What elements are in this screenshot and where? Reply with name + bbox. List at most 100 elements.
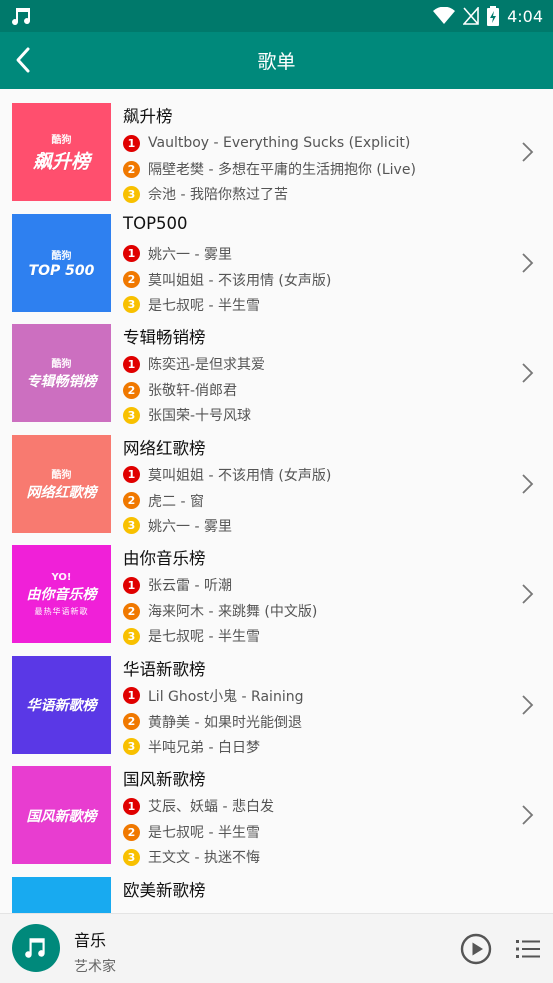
cover-brand: 酷狗 xyxy=(51,469,72,481)
chevron-right-icon[interactable] xyxy=(519,804,535,826)
cover-brand: 酷狗 xyxy=(51,250,72,262)
track-text: 虎二 - 窗 xyxy=(148,493,204,510)
track-text: 隔壁老樊 - 多想在平庸的生活拥抱你 (Live) xyxy=(148,162,416,178)
playlist-name: 飙升榜 xyxy=(123,107,173,126)
rank-badge: 1 xyxy=(123,245,140,262)
track-line: 1 莫叫姐姐 - 不该用情 (女声版) xyxy=(123,465,331,485)
playlist-cover[interactable]: 酷狗 网络红歌榜 xyxy=(12,434,111,533)
play-circle-icon[interactable] xyxy=(460,933,492,965)
playlist-menu-icon[interactable] xyxy=(516,939,540,959)
player-cover[interactable] xyxy=(12,924,60,972)
music-note-icon xyxy=(12,8,31,26)
track-line: 2 海来阿木 - 来跳舞 (中文版) xyxy=(123,601,317,621)
playlist-list[interactable]: 酷狗 飙升榜 飙升榜 1 Vaultboy - Everything Sucks (Ex… xyxy=(0,89,553,913)
playlist-cover[interactable]: 酷狗 飙升榜 xyxy=(12,103,111,201)
track-line: 1 Vaultboy - Everything Sucks (Explicit) xyxy=(123,133,410,153)
playlist-cover[interactable]: 华语新歌榜 xyxy=(12,655,111,754)
track-line: 1 姚六一 - 雾里 xyxy=(123,244,232,264)
chevron-right-icon[interactable] xyxy=(519,473,535,495)
rank-badge: 2 xyxy=(123,602,140,620)
playlist-name: 由你音乐榜 xyxy=(123,549,206,568)
cover-title: 网络红歌榜 xyxy=(26,484,97,501)
playlist-row[interactable]: 酷狗 TOP 500 TOP500 1 姚六一 - 雾里 2 莫叫姐姐 - 不该用情 (女声… xyxy=(0,200,553,314)
track-line: 2 莫叫姐姐 - 不该用情 (女声版) xyxy=(123,270,331,290)
playlist-cover[interactable]: YO! 由你音乐榜最热华语新歌 xyxy=(12,545,111,643)
cover-title: 专辑畅销榜 xyxy=(26,374,97,390)
playlist-cover[interactable]: 酷狗 专辑畅销榜 xyxy=(12,324,111,422)
rank-badge: 2 xyxy=(123,160,140,178)
playlist-row[interactable]: 酷狗 网络红歌榜 网络红歌榜 1 莫叫姐姐 - 不该用情 (女声版) 2 虎二 - 窗 3 姚六… xyxy=(0,421,553,535)
signal-off-icon xyxy=(463,7,479,25)
track-text: 黄静美 - 如果时光能倒退 xyxy=(148,714,302,731)
battery-charging-icon xyxy=(487,6,500,26)
track-text: 姚六一 - 雾里 xyxy=(148,246,232,263)
chevron-right-icon[interactable] xyxy=(519,583,535,605)
track-text: 海来阿木 - 来跳舞 (中文版) xyxy=(148,604,318,620)
cover-subtitle: 最热华语新歌 xyxy=(34,606,89,616)
system-icons: 4:04 xyxy=(433,4,543,28)
track-line: 1 艾辰、妖蝠 - 悲白发 xyxy=(123,796,274,816)
track-text: 是七叔呢 - 半生雪 xyxy=(148,825,260,841)
playlist-name: 国风新歌榜 xyxy=(123,770,206,789)
rank-badge: 2 xyxy=(123,492,140,509)
track-line: 2 黄静美 - 如果时光能倒退 xyxy=(123,712,302,732)
playlist-row[interactable]: 酷狗 专辑畅销榜 专辑畅销榜 1 陈奕迅-是但求其爱 2 张敬轩-俏郎君 3 张国荣-十号风球 xyxy=(0,310,553,424)
cover-title: 飙升榜 xyxy=(32,150,90,173)
rank-badge: 1 xyxy=(123,687,140,704)
chevron-right-icon[interactable] xyxy=(519,362,535,384)
cover-brand: YO! xyxy=(51,571,72,583)
track-line: 1 陈奕迅-是但求其爱 xyxy=(123,354,265,374)
cover-brand: 酷狗 xyxy=(51,359,72,370)
playlist-cover[interactable]: 酷狗 TOP 500 xyxy=(12,213,111,312)
cover-title: 国风新歌榜 xyxy=(26,808,97,825)
status-bar: 4:04 xyxy=(0,0,553,32)
playlist-cover[interactable]: 国风新歌榜 xyxy=(12,766,111,864)
track-line: 2 张敬轩-俏郎君 xyxy=(123,380,237,400)
track-line: 1 Lil Ghost小鬼 - Raining xyxy=(123,686,303,706)
player-artist: 艺术家 xyxy=(74,959,116,975)
rank-badge: 2 xyxy=(123,713,140,730)
playlist-name: 欧美新歌榜 xyxy=(123,880,206,900)
track-text: Vaultboy - Everything Sucks (Explicit) xyxy=(148,135,411,151)
cover-brand: 酷狗 xyxy=(51,134,72,146)
rank-badge: 1 xyxy=(123,134,140,152)
chevron-right-icon[interactable] xyxy=(519,141,535,163)
playlist-name: 华语新歌榜 xyxy=(123,659,206,679)
track-line: 2 是七叔呢 - 半生雪 xyxy=(123,822,260,842)
track-text: 张敬轩-俏郎君 xyxy=(148,383,238,399)
rank-badge: 2 xyxy=(123,381,140,399)
wifi-icon xyxy=(433,7,456,24)
app-bar: 歌单 xyxy=(0,32,553,89)
playlist-name: TOP500 xyxy=(123,213,188,233)
cover-title: TOP 500 xyxy=(28,262,95,279)
track-text: 莫叫姐姐 - 不该用情 (女声版) xyxy=(148,467,332,484)
cover-title: 由你音乐榜 xyxy=(26,586,97,603)
track-line: 2 虎二 - 窗 xyxy=(123,491,204,511)
playlist-row[interactable]: 国风新歌榜 国风新歌榜 1 艾辰、妖蝠 - 悲白发 2 是七叔呢 - 半生雪 3 王文文 - … xyxy=(0,752,553,866)
rank-badge: 1 xyxy=(123,466,140,483)
track-text: 艾辰、妖蝠 - 悲白发 xyxy=(148,799,274,815)
playlist-row[interactable]: 华语新歌榜 华语新歌榜 1 Lil Ghost小鬼 - Raining 2 黄静美 - 如… xyxy=(0,642,553,756)
page-title: 歌单 xyxy=(257,51,296,73)
playlist-cover[interactable] xyxy=(12,876,111,913)
rank-badge: 1 xyxy=(123,576,140,594)
rank-badge: 2 xyxy=(123,271,140,288)
rank-badge: 1 xyxy=(123,355,140,373)
playlist-row[interactable]: 欧美新歌榜 xyxy=(0,863,553,913)
status-time: 4:04 xyxy=(507,6,543,26)
track-text: 莫叫姐姐 - 不该用情 (女声版) xyxy=(148,272,332,289)
rank-badge: 2 xyxy=(123,823,140,841)
playlist-name: 网络红歌榜 xyxy=(123,438,206,458)
mini-player[interactable]: 音乐 艺术家 xyxy=(0,913,553,983)
track-text: 陈奕迅-是但求其爱 xyxy=(148,357,266,373)
track-line: 2 隔壁老樊 - 多想在平庸的生活拥抱你 (Live) xyxy=(123,159,416,179)
cover-title: 华语新歌榜 xyxy=(26,698,97,714)
player-title: 音乐 xyxy=(74,931,107,950)
playlist-row[interactable]: 酷狗 飙升榜 飙升榜 1 Vaultboy - Everything Sucks (Ex… xyxy=(0,89,553,203)
chevron-right-icon[interactable] xyxy=(519,694,535,716)
playlist-row[interactable]: YO! 由你音乐榜最热华语新歌 由你音乐榜 1 张云雷 - 听潮 2 海来阿木 - 来跳舞 … xyxy=(0,531,553,645)
playlist-name: 专辑畅销榜 xyxy=(123,328,206,347)
rank-badge: 1 xyxy=(123,797,140,815)
track-line: 1 张云雷 - 听潮 xyxy=(123,575,232,595)
chevron-right-icon[interactable] xyxy=(519,252,535,274)
